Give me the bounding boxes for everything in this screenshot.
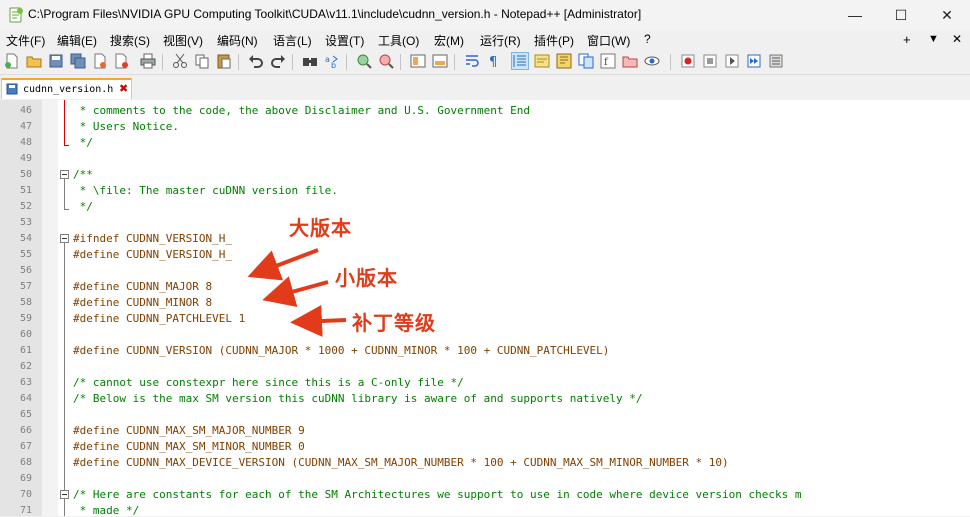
arrow-patch [290, 305, 347, 337]
annotation-patch-level: 补丁等级 [352, 311, 436, 335]
annotation-arrows [247, 248, 347, 337]
arrow-major [247, 248, 319, 281]
annotation-major-version: 大版本 [289, 216, 352, 240]
annotation-minor-version: 小版本 [335, 266, 398, 290]
arrow-minor [262, 276, 329, 308]
